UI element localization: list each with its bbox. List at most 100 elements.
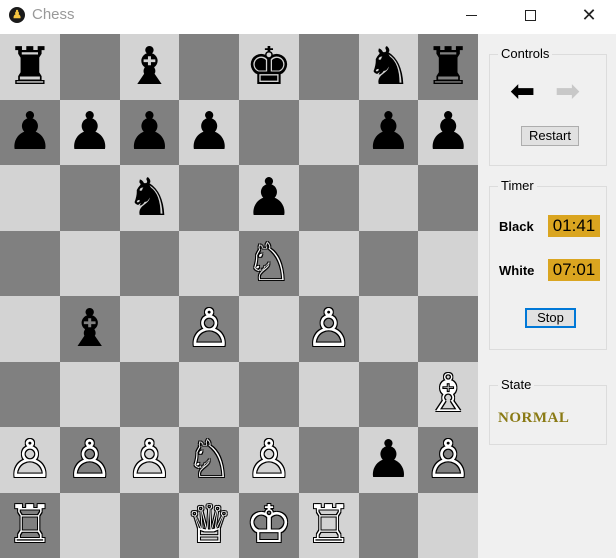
chess-piece[interactable]: ♟	[246, 172, 293, 224]
redo-arrow-icon[interactable]: ➡	[555, 77, 580, 107]
square-h6[interactable]	[418, 165, 478, 231]
square-f1[interactable]: ♖	[298, 492, 359, 558]
square-e6[interactable]: ♟	[239, 165, 299, 231]
square-c2[interactable]: ♙	[119, 427, 180, 493]
square-e3[interactable]	[239, 361, 299, 427]
maximize-button[interactable]	[507, 0, 553, 30]
square-h4[interactable]	[418, 296, 478, 362]
square-c4[interactable]	[119, 296, 180, 362]
square-g8[interactable]: ♞	[358, 34, 419, 100]
stop-button[interactable]: Stop	[525, 308, 576, 328]
square-f6[interactable]	[298, 165, 359, 231]
chess-piece[interactable]: ♙	[7, 434, 54, 486]
chess-piece[interactable]: ♟	[365, 106, 412, 158]
square-e8[interactable]: ♚	[239, 34, 299, 100]
square-d1[interactable]: ♕	[179, 492, 239, 558]
square-c3[interactable]	[119, 361, 180, 427]
square-b5[interactable]	[59, 230, 120, 296]
square-a7[interactable]: ♟	[0, 99, 60, 165]
chess-piece[interactable]: ♘	[186, 434, 233, 486]
square-g5[interactable]	[358, 230, 419, 296]
chess-piece[interactable]: ♚	[246, 41, 293, 93]
square-h3[interactable]: ♗	[418, 361, 478, 427]
chess-piece[interactable]: ♙	[425, 434, 472, 486]
chess-piece[interactable]: ♜	[7, 41, 54, 93]
chess-piece[interactable]: ♝	[126, 41, 173, 93]
square-a1[interactable]: ♖	[0, 492, 60, 558]
square-c8[interactable]: ♝	[119, 34, 180, 100]
square-d2[interactable]: ♘	[179, 427, 239, 493]
chess-piece[interactable]: ♙	[186, 303, 233, 355]
square-f4[interactable]: ♙	[298, 296, 359, 362]
chess-piece[interactable]: ♟	[7, 106, 54, 158]
chess-piece[interactable]: ♙	[246, 434, 293, 486]
minimize-button[interactable]	[448, 0, 494, 30]
square-d4[interactable]: ♙	[179, 296, 239, 362]
chess-piece[interactable]: ♝	[66, 303, 113, 355]
square-b2[interactable]: ♙	[59, 427, 120, 493]
square-a5[interactable]	[0, 230, 60, 296]
restart-button[interactable]: Restart	[521, 126, 579, 146]
square-d8[interactable]	[179, 34, 239, 100]
chess-piece[interactable]: ♟	[365, 434, 412, 486]
chess-piece[interactable]: ♘	[246, 237, 293, 289]
chess-piece[interactable]: ♟	[66, 106, 113, 158]
square-b6[interactable]	[59, 165, 120, 231]
square-e7[interactable]	[239, 99, 299, 165]
square-e2[interactable]: ♙	[239, 427, 299, 493]
chess-piece[interactable]: ♜	[425, 41, 472, 93]
square-d7[interactable]: ♟	[179, 99, 239, 165]
square-b8[interactable]	[59, 34, 120, 100]
undo-arrow-icon[interactable]: ⬅	[510, 77, 535, 107]
close-button[interactable]: ✕	[566, 0, 612, 30]
chess-piece[interactable]: ♞	[126, 172, 173, 224]
chess-piece[interactable]: ♟	[425, 106, 472, 158]
square-c7[interactable]: ♟	[119, 99, 180, 165]
square-f3[interactable]	[298, 361, 359, 427]
square-g2[interactable]: ♟	[358, 427, 419, 493]
chess-piece[interactable]: ♟	[186, 106, 233, 158]
square-d6[interactable]	[179, 165, 239, 231]
square-g1[interactable]	[358, 492, 419, 558]
square-d3[interactable]	[179, 361, 239, 427]
square-f7[interactable]	[298, 99, 359, 165]
chess-piece[interactable]: ♞	[365, 41, 412, 93]
square-h8[interactable]: ♜	[418, 34, 478, 100]
square-b3[interactable]	[59, 361, 120, 427]
square-a4[interactable]	[0, 296, 60, 362]
chess-piece[interactable]: ♕	[186, 499, 233, 551]
square-h5[interactable]	[418, 230, 478, 296]
square-c5[interactable]	[119, 230, 180, 296]
chess-piece[interactable]: ♖	[305, 499, 352, 551]
chess-piece[interactable]: ♙	[126, 434, 173, 486]
square-g3[interactable]	[358, 361, 419, 427]
square-e5[interactable]: ♘	[239, 230, 299, 296]
square-d5[interactable]	[179, 230, 239, 296]
square-a3[interactable]	[0, 361, 60, 427]
square-b4[interactable]: ♝	[59, 296, 120, 362]
chess-piece[interactable]: ♙	[66, 434, 113, 486]
square-b1[interactable]	[59, 492, 120, 558]
square-a2[interactable]: ♙	[0, 427, 60, 493]
square-e1[interactable]: ♔	[239, 492, 299, 558]
square-a8[interactable]: ♜	[0, 34, 60, 100]
chess-piece[interactable]: ♙	[305, 303, 352, 355]
square-g4[interactable]	[358, 296, 419, 362]
square-h1[interactable]	[418, 492, 478, 558]
square-e4[interactable]	[239, 296, 299, 362]
square-h2[interactable]: ♙	[418, 427, 478, 493]
square-f2[interactable]	[298, 427, 359, 493]
square-b7[interactable]: ♟	[59, 99, 120, 165]
square-c1[interactable]	[119, 492, 180, 558]
chess-piece[interactable]: ♗	[425, 368, 472, 420]
square-g7[interactable]: ♟	[358, 99, 419, 165]
chess-piece[interactable]: ♟	[126, 106, 173, 158]
chess-piece[interactable]: ♔	[246, 499, 293, 551]
square-c6[interactable]: ♞	[119, 165, 180, 231]
chess-piece[interactable]: ♖	[7, 499, 54, 551]
square-g6[interactable]	[358, 165, 419, 231]
square-h7[interactable]: ♟	[418, 99, 478, 165]
square-f8[interactable]	[298, 34, 359, 100]
square-a6[interactable]	[0, 165, 60, 231]
square-f5[interactable]	[298, 230, 359, 296]
